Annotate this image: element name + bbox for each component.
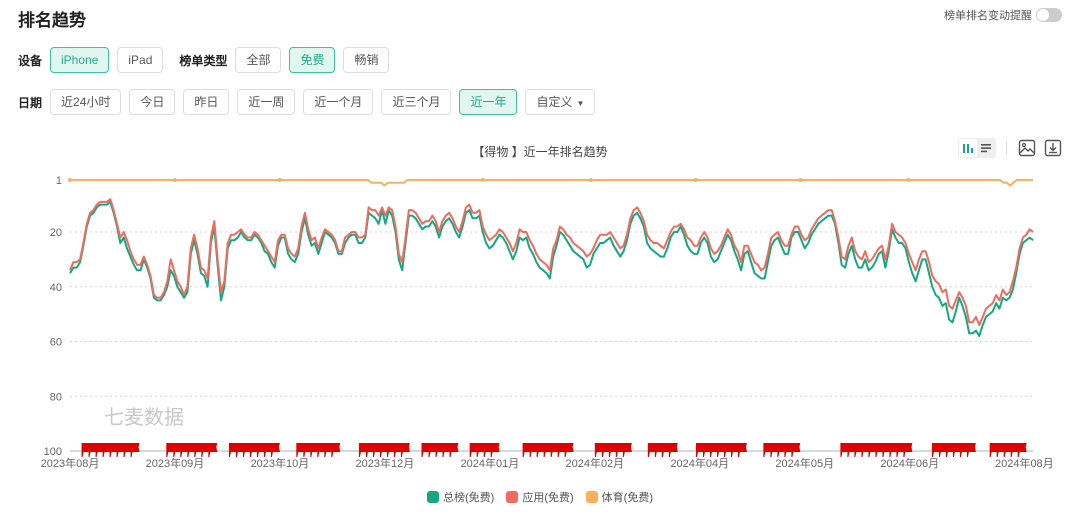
series-point[interactable]	[798, 178, 803, 182]
legend-item-total[interactable]: 总榜(免费)	[427, 489, 494, 505]
series-point[interactable]	[693, 178, 698, 182]
event-flag-icon[interactable]	[966, 443, 976, 457]
event-flag-icon[interactable]	[737, 443, 747, 457]
y-tick-label: 20	[50, 227, 62, 239]
series-line-app[interactable]	[69, 198, 1034, 327]
event-flag-icon[interactable]	[331, 443, 341, 457]
y-tick-label: 80	[50, 391, 62, 403]
event-flag-icon[interactable]	[622, 443, 632, 457]
legend-item-app[interactable]: 应用(免费)	[506, 489, 574, 505]
event-flag-icon[interactable]	[791, 443, 801, 457]
chart-legend: 总榜(免费) 应用(免费) 体育(免费)	[0, 489, 1080, 505]
event-flag-icon[interactable]	[1017, 443, 1027, 457]
legend-label: 总榜(免费)	[443, 492, 495, 504]
event-flag-icon[interactable]	[400, 443, 410, 457]
series-line-sports[interactable]	[70, 179, 1033, 187]
x-tick-label: 2024年04月	[670, 456, 729, 470]
event-flag-icon[interactable]	[903, 443, 913, 457]
event-flag-icon[interactable]	[564, 443, 574, 457]
series-point[interactable]	[588, 178, 593, 182]
x-tick-label: 2024年01月	[461, 456, 520, 470]
x-tick-label: 2023年09月	[146, 456, 205, 470]
x-tick-label: 2024年05月	[775, 456, 834, 470]
event-flag-icon[interactable]	[490, 443, 500, 457]
watermark: 七麦数据	[104, 406, 184, 429]
x-tick-label: 2023年08月	[41, 456, 100, 470]
x-tick-label: 2024年08月	[995, 456, 1054, 470]
event-flag-icon[interactable]	[668, 443, 678, 457]
y-tick-label: 60	[50, 337, 62, 349]
series-point[interactable]	[68, 178, 72, 182]
series-point[interactable]	[480, 178, 485, 182]
rank-trend-chart: 1 20 40 60 80 100 七麦数据 2023年08月 2023年09月 2023年1…	[41, 175, 1054, 470]
legend-label: 体育(免费)	[601, 492, 653, 504]
x-tick-label: 2023年10月	[251, 456, 310, 470]
series-point[interactable]	[277, 178, 282, 182]
y-tick-label: 1	[56, 175, 62, 187]
y-tick-label: 100	[44, 446, 62, 458]
legend-label: 应用(免费)	[522, 492, 574, 504]
series-point[interactable]	[906, 178, 911, 182]
legend-item-sports[interactable]: 体育(免费)	[585, 489, 653, 505]
series-point[interactable]	[172, 178, 177, 182]
event-flag-icon[interactable]	[130, 443, 140, 457]
event-flag-icon[interactable]	[270, 443, 280, 457]
x-tick-label: 2023年12月	[356, 456, 415, 470]
event-flag-icon[interactable]	[449, 443, 459, 457]
event-flag-icon[interactable]	[208, 443, 218, 457]
y-tick-label: 40	[50, 282, 62, 294]
x-tick-label: 2024年02月	[565, 456, 624, 470]
x-tick-label: 2024年06月	[880, 456, 939, 470]
